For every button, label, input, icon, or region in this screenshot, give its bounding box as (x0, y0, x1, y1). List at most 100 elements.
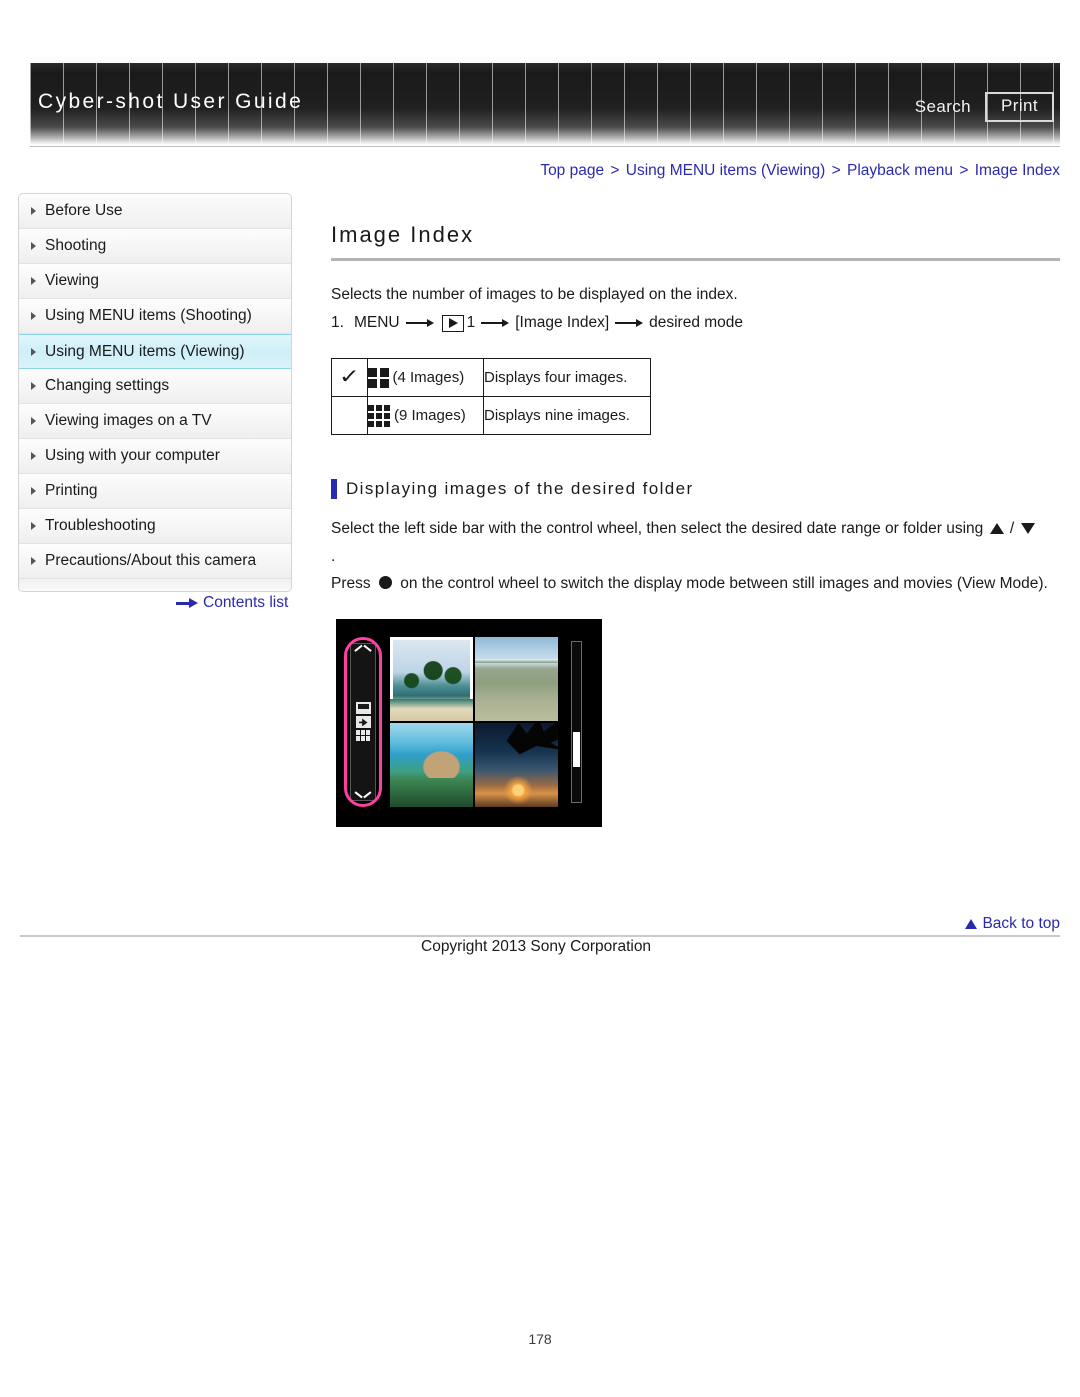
contents-list-link[interactable]: Contents list (176, 594, 288, 612)
paragraph-text: Select the left side bar with the contro… (331, 520, 984, 538)
search-link[interactable]: Search (915, 97, 971, 117)
breadcrumb-item-playback-menu[interactable]: Playback menu (847, 162, 953, 179)
sidebar-item-viewing-images-on-a-tv[interactable]: Viewing images on a TV (19, 404, 291, 439)
triangle-right-icon (31, 242, 36, 250)
sidebar-item-label: Shooting (45, 237, 107, 254)
sidebar-item-label: Troubleshooting (45, 517, 156, 534)
camera-left-side-bar (350, 642, 376, 801)
mode-label: (9 Images) (394, 407, 466, 425)
selected-cell: ✓ (331, 358, 368, 398)
title-divider (331, 258, 1060, 261)
section-accent-bar (331, 479, 337, 500)
step-number: 1. (331, 314, 344, 332)
section-heading-label: Displaying images of the desired folder (346, 479, 694, 499)
breadcrumb-item-top-page[interactable]: Top page (540, 162, 604, 179)
paragraph-side-bar-selection: Select the left side bar with the contro… (331, 516, 1060, 542)
arrow-right-icon (615, 317, 644, 329)
chevron-down-icon (355, 788, 371, 797)
thumbnail-image (475, 722, 558, 807)
sidebar-item-troubleshooting[interactable]: Troubleshooting (19, 509, 291, 544)
sidebar-nav: Before Use Shooting Viewing Using MENU i… (18, 193, 292, 592)
paragraph-separator: / (1009, 520, 1015, 538)
sidebar-item-using-menu-items-shooting[interactable]: Using MENU items (Shooting) (19, 299, 291, 334)
header-bar: Cyber-shot User Guide Search Print (30, 63, 1060, 145)
sidebar-item-label: Before Use (45, 202, 123, 219)
sidebar-item-label: Using with your computer (45, 447, 220, 464)
breadcrumb: Top page > Using MENU items (Viewing) > … (540, 162, 1060, 180)
breadcrumb-separator: > (610, 162, 620, 179)
sidebar-item-label: Changing settings (45, 377, 170, 394)
table-row: (9 Images) Displays nine images. (331, 396, 651, 436)
triangle-right-icon (31, 522, 36, 530)
sidebar-item-label: Using MENU items (Shooting) (45, 307, 252, 324)
arrow-right-icon (405, 317, 434, 329)
paragraph-period: . (331, 547, 336, 565)
thumbnail-image (390, 636, 473, 721)
header-divider (30, 146, 1060, 147)
chevron-up-icon (355, 647, 371, 656)
menu-item-bracket: [Image Index] (515, 314, 610, 332)
breadcrumb-separator: > (959, 162, 969, 179)
folder-icon (355, 716, 371, 729)
description-cell: Displays four images. (483, 358, 651, 398)
breadcrumb-item-image-index[interactable]: Image Index (975, 162, 1060, 179)
sidebar-item-precautions-about-this-camera[interactable]: Precautions/About this camera (19, 544, 291, 579)
sidebar-item-using-with-your-computer[interactable]: Using with your computer (19, 439, 291, 474)
site-title: Cyber-shot User Guide (38, 90, 304, 113)
check-icon: ✓ (339, 366, 360, 389)
copyright-text: Copyright 2013 Sony Corporation (421, 938, 652, 955)
sidebar-footer-strip (19, 579, 291, 591)
options-table: ✓ (4 Images) Displays four images. (9 Im… (331, 358, 651, 436)
triangle-down-icon (1020, 523, 1035, 535)
sidebar-item-changing-settings[interactable]: Changing settings (19, 369, 291, 404)
paragraph-view-mode: Press on the control wheel to switch the… (331, 571, 1060, 597)
sidebar-item-label: Viewing (45, 272, 100, 289)
breadcrumb-separator: > (831, 162, 841, 179)
main-content: Image Index Selects the number of images… (331, 222, 1060, 827)
tab-number: 1 (466, 314, 476, 332)
footer-divider (20, 935, 1060, 937)
sidebar-item-shooting[interactable]: Shooting (19, 229, 291, 264)
triangle-right-icon (31, 347, 36, 356)
step-result: desired mode (649, 314, 744, 332)
back-to-top-link[interactable]: Back to top (965, 915, 1060, 933)
arrow-right-icon (481, 317, 510, 329)
site-header: Cyber-shot User Guide Search Print (30, 63, 1060, 145)
triangle-right-icon (31, 417, 36, 425)
paragraph-text: Press (331, 575, 371, 593)
page-title: Image Index (331, 222, 475, 247)
thumbnail-image (390, 722, 473, 807)
menu-label: MENU (353, 314, 400, 332)
breadcrumb-item-using-menu-items-viewing[interactable]: Using MENU items (Viewing) (626, 162, 826, 179)
triangle-right-icon (31, 382, 36, 390)
sidebar-item-printing[interactable]: Printing (19, 474, 291, 509)
page-number: 178 (528, 1331, 552, 1347)
back-to-top-label: Back to top (982, 915, 1060, 932)
intro-text: Selects the number of images to be displ… (331, 286, 738, 303)
scrollbar-thumb (573, 731, 580, 767)
date-icon (355, 702, 371, 715)
header-actions: Search Print (915, 92, 1054, 122)
camera-screen-illustration (336, 618, 602, 827)
mode-cell: (4 Images) (367, 358, 484, 398)
sidebar-item-before-use[interactable]: Before Use (19, 194, 291, 229)
mode-label: (4 Images) (392, 369, 465, 387)
section-heading: Displaying images of the desired folder (331, 479, 1060, 500)
mode-cell: (9 Images) (367, 396, 484, 436)
triangle-right-icon (31, 207, 36, 215)
triangle-right-icon (31, 557, 36, 565)
playback-tab-icon (441, 314, 464, 332)
selected-cell (331, 396, 368, 436)
triangle-right-icon (31, 312, 36, 320)
sidebar-item-using-menu-items-viewing[interactable]: Using MENU items (Viewing) (19, 334, 291, 369)
center-button-icon (378, 576, 392, 590)
triangle-up-icon (989, 523, 1004, 535)
sidebar-item-viewing[interactable]: Viewing (19, 264, 291, 299)
triangle-right-icon (31, 452, 36, 460)
thumbnail-image (475, 636, 558, 721)
step-instruction: 1. MENU 1 [Image Index] desired mode (331, 314, 1060, 332)
contents-list-label: Contents list (203, 594, 289, 611)
paragraph-text: on the control wheel to switch the displ… (400, 575, 1048, 593)
sidebar-item-label: Viewing images on a TV (45, 412, 212, 429)
print-button[interactable]: Print (985, 92, 1054, 122)
